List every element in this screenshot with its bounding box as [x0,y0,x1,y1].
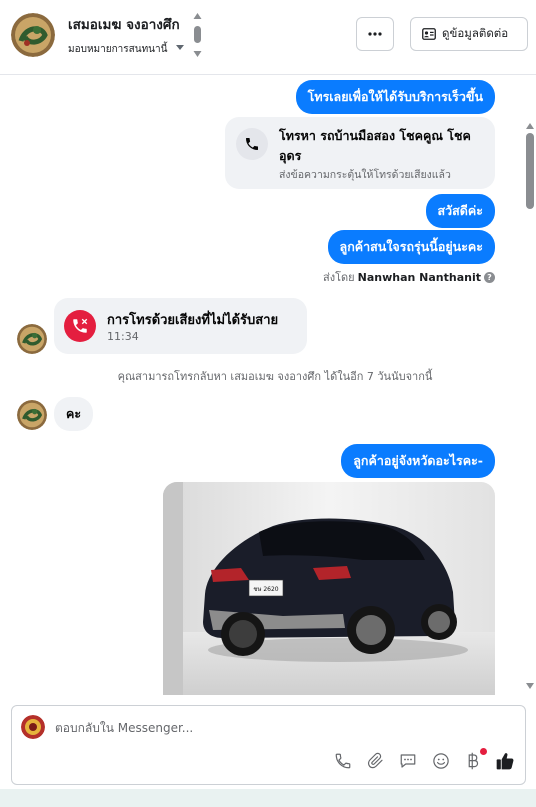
footer-strip [0,789,536,807]
view-contact-info-label: ดูข้อมูลติดต่อ [442,26,509,40]
outgoing-message[interactable]: โทรเลยเพื่อให้ได้รับบริการเร็วขึ้น [295,80,495,114]
contact-avatar-small[interactable] [17,400,47,430]
chevron-down-icon[interactable] [176,45,184,50]
sent-by-name: Nanwhan Nanthanit [357,270,481,284]
reply-input[interactable] [55,715,495,741]
outgoing-message[interactable]: ลูกค้าอยู่จังหวัดอะไรคะ- [341,444,495,478]
license-plate: ชษ 2620 [253,586,278,593]
contact-name[interactable]: เสมอเมฆ จงอางศึก [68,13,180,35]
saved-replies-icon[interactable] [397,750,419,772]
message-thread[interactable]: โทรเลยเพื่อให้ได้รับบริการเร็วขึ้น โทรหา… [0,75,536,695]
help-icon[interactable]: ? [484,271,495,283]
payment-icon[interactable] [462,748,487,772]
callback-note: คุณสามารถโทรกลับหา เสมอเมฆ จงอางศึก ได้ใ… [117,370,433,383]
conversation-header: เสมอเมฆ จงอางศึก มอบหมายการสนทนานี้ ดูข้… [0,0,536,75]
outgoing-message[interactable]: ลูกค้าสนใจรถรุ่นนี้อยู่นะคะ [327,230,495,264]
header-scrollbar[interactable] [193,13,202,57]
incoming-message[interactable]: คะ [54,397,94,431]
voice-call-icon[interactable] [332,750,354,772]
view-contact-info-button[interactable]: ดูข้อมูลติดต่อ [410,17,528,51]
missed-call-time: 11:34 [107,330,139,343]
assign-conversation[interactable]: มอบหมายการสนทนานี้ [68,42,167,57]
attachment-icon[interactable] [365,750,387,772]
page-avatar [21,715,45,739]
contact-card-icon [422,28,436,40]
missed-call-card[interactable]: การโทรด้วยเสียงที่ไม่ได้รับสาย 11:34 [54,298,307,354]
more-icon [368,32,382,36]
like-icon[interactable] [494,750,516,772]
notification-dot-icon [480,748,487,755]
car-photo[interactable]: ชษ 2620 [163,482,495,695]
messenger-conversation: เสมอเมฆ จงอางศึก มอบหมายการสนทนานี้ ดูข้… [0,0,536,807]
call-card-subtitle: ส่งข้อความกระตุ้นให้โทรด้วยเสียงแล้ว [279,169,451,181]
missed-call-title: การโทรด้วยเสียงที่ไม่ได้รับสาย [107,313,279,328]
emoji-icon[interactable] [430,750,452,772]
phone-icon [236,128,268,160]
missed-call-icon [64,310,96,342]
more-options-button[interactable] [356,17,394,51]
sent-by-label: ส่งโดย Nanwhan Nanthanit ? [323,268,495,286]
outgoing-message[interactable]: สวัสดีค่ะ [425,194,495,228]
call-request-card[interactable]: โทรหา รถบ้านมือสอง โชคคูณ โชคอุดร ส่งข้อ… [225,117,495,189]
message-composer [11,705,526,785]
call-card-title: โทรหา รถบ้านมือสอง โชคคูณ โชคอุดร [279,128,471,163]
contact-avatar[interactable] [11,13,55,57]
contact-avatar-small[interactable] [17,324,47,354]
sent-by-prefix: ส่งโดย [323,271,355,284]
thread-scrollbar[interactable] [524,75,536,695]
